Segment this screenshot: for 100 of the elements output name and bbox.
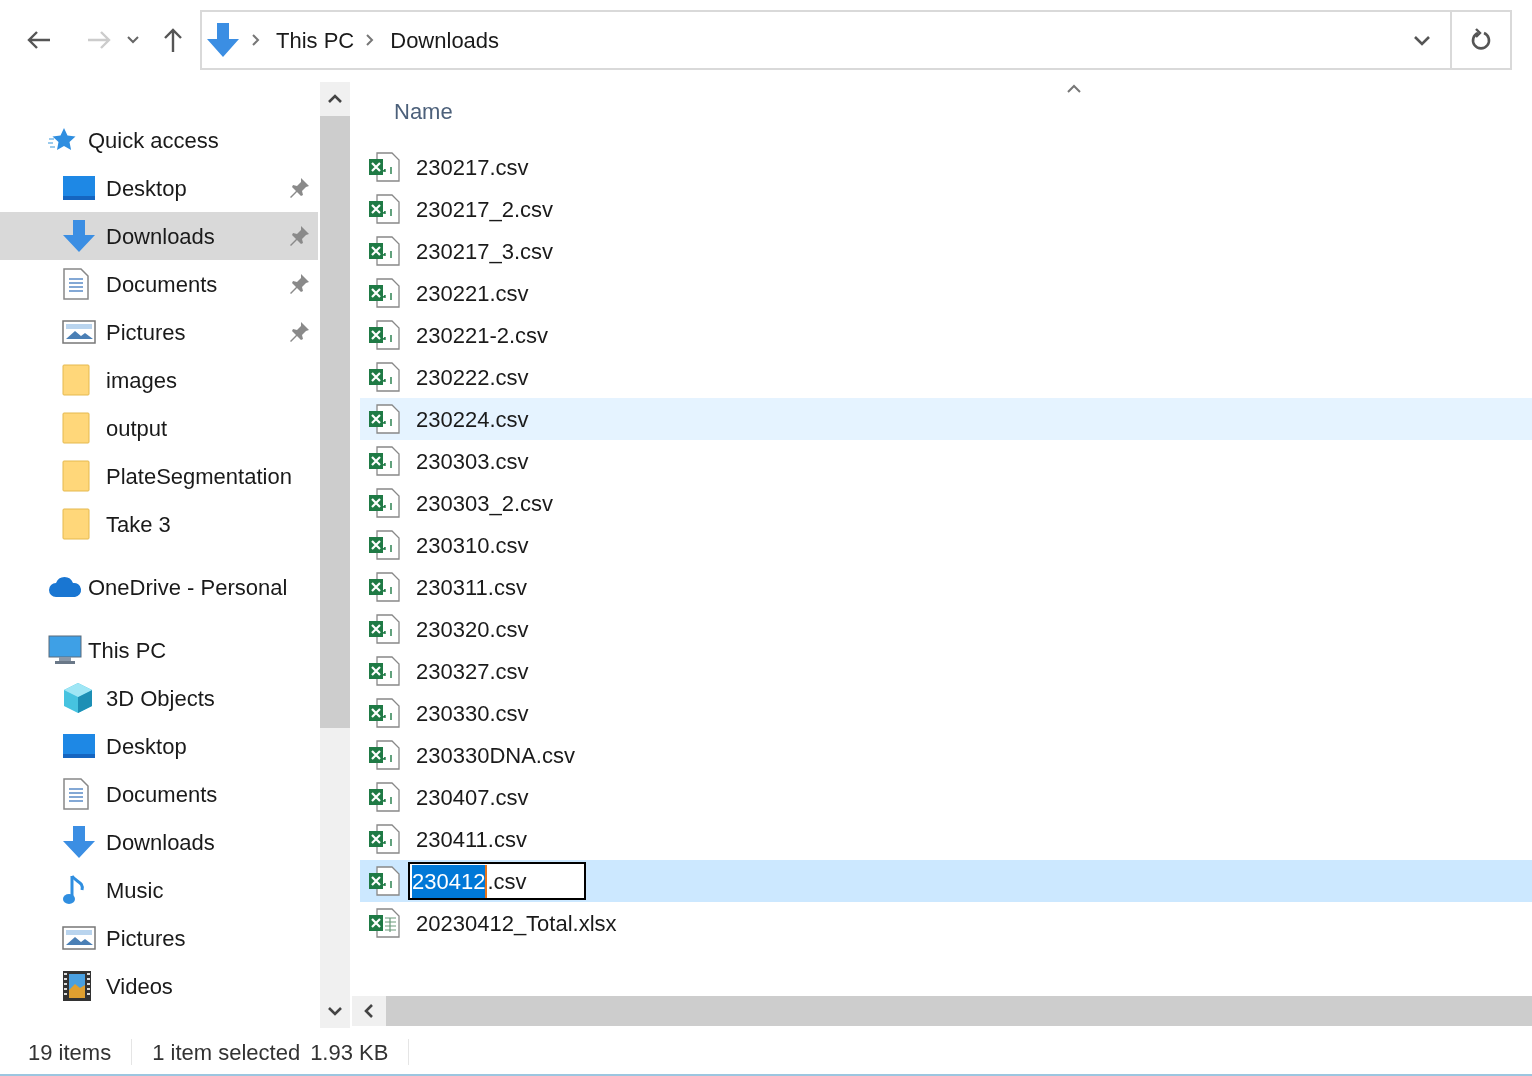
picture-icon xyxy=(62,319,96,345)
nav-item[interactable]: Documents xyxy=(0,260,318,308)
nav-label: Videos xyxy=(106,972,174,1001)
nav-item[interactable]: Desktop xyxy=(0,722,318,770)
nav-item[interactable]: Quick access xyxy=(0,116,320,164)
nav-item[interactable]: 3D Objects xyxy=(0,674,318,722)
up-arrow-icon xyxy=(162,27,184,53)
breadcrumb[interactable]: This PC xyxy=(276,23,355,57)
nav-item[interactable]: Desktop xyxy=(0,164,318,212)
scroll-left-button[interactable] xyxy=(352,996,386,1026)
breadcrumb[interactable]: Downloads xyxy=(390,23,500,57)
download-arrow-icon xyxy=(206,22,240,58)
nav-label: This PC xyxy=(88,636,167,665)
cube-icon xyxy=(62,682,94,714)
nav-item[interactable]: OneDrive - Personal xyxy=(0,563,320,611)
cloud-icon xyxy=(48,576,82,598)
nav-item[interactable]: PlateSegmentation xyxy=(0,452,318,500)
file-name: 230311.csv xyxy=(416,573,527,602)
nav-item[interactable]: images xyxy=(0,356,318,404)
file-name: 230303.csv xyxy=(416,447,529,476)
chevron-down-icon xyxy=(127,36,139,44)
file-row[interactable]: 230303.csv xyxy=(360,440,1532,482)
file-row[interactable]: 230320.csv xyxy=(360,608,1532,650)
nav-label: Quick access xyxy=(88,126,219,155)
file-name: 20230412_Total.xlsx xyxy=(416,909,617,938)
nav-label: images xyxy=(106,366,178,395)
column-header[interactable]: Name xyxy=(394,95,453,128)
nav-item[interactable]: output xyxy=(0,404,318,452)
file-row[interactable]: 230222.csv xyxy=(360,356,1532,398)
chevron-right-icon xyxy=(366,34,375,46)
file-name: 230224.csv xyxy=(416,405,529,434)
file-row[interactable]: 230310.csv xyxy=(360,524,1532,566)
file-name: 230222.csv xyxy=(416,363,529,392)
file-name: 230303_2.csv xyxy=(416,489,553,518)
file-row[interactable]: 230411.csv xyxy=(360,818,1532,860)
file-row[interactable]: 230221.csv xyxy=(360,272,1532,314)
nav-label: Documents xyxy=(106,270,219,299)
file-row[interactable]: 230311.csv xyxy=(360,566,1532,608)
star-icon xyxy=(48,127,76,153)
monitor-icon xyxy=(62,733,96,759)
file-row[interactable]: 20230412_Total.xlsx xyxy=(360,902,1532,944)
nav-item[interactable]: Pictures xyxy=(0,914,318,962)
file-name: 230217_2.csv xyxy=(416,195,553,224)
nav-item[interactable]: Documents xyxy=(0,770,318,818)
nav-label: Desktop xyxy=(106,732,188,761)
back-arrow-icon xyxy=(26,29,52,51)
rename-field[interactable]: 230412.csv xyxy=(408,862,586,900)
file-name: 230217.csv xyxy=(416,153,529,182)
nav-label: PlateSegmentation xyxy=(106,462,293,491)
file-row[interactable]: 230412.csv xyxy=(360,860,1532,902)
monitor-icon xyxy=(62,175,96,201)
folder-icon xyxy=(62,364,90,396)
file-row[interactable]: 230327.csv xyxy=(360,650,1532,692)
file-name: 230407.csv xyxy=(416,783,529,812)
nav-item[interactable]: Take 3 xyxy=(0,500,318,548)
file-row[interactable]: 230303_2.csv xyxy=(360,482,1532,524)
nav-label: Desktop xyxy=(106,174,188,203)
chevron-down-icon xyxy=(327,1006,343,1016)
nav-item[interactable]: Downloads xyxy=(0,818,318,866)
file-name: 230310.csv xyxy=(416,531,529,560)
file-row[interactable]: 230330.csv xyxy=(360,692,1532,734)
spreadsheet-file-icon xyxy=(368,152,400,182)
spreadsheet-file-icon xyxy=(368,530,400,560)
nav-item[interactable]: Videos xyxy=(0,962,318,1010)
folder-icon xyxy=(62,412,90,444)
file-row[interactable]: 230217_2.csv xyxy=(360,188,1532,230)
spreadsheet-file-icon xyxy=(368,236,400,266)
document-icon xyxy=(62,268,90,300)
nav-label: Downloads xyxy=(106,828,216,857)
nav-label: Take 3 xyxy=(106,510,172,539)
file-row[interactable]: 230217_3.csv xyxy=(360,230,1532,272)
forward-arrow-icon xyxy=(86,29,112,51)
nav-item[interactable]: Pictures xyxy=(0,308,318,356)
spreadsheet-file-icon xyxy=(368,698,400,728)
selection-info: 1 item selected xyxy=(152,1038,301,1067)
file-row[interactable]: 230407.csv xyxy=(360,776,1532,818)
nav-label: Music xyxy=(106,876,165,905)
file-row[interactable]: 230330DNA.csv xyxy=(360,734,1532,776)
nav-item[interactable]: Downloads xyxy=(0,212,318,260)
file-row[interactable]: 230224.csv xyxy=(360,398,1532,440)
spreadsheet-file-icon xyxy=(368,866,400,896)
scrollbar-thumb[interactable] xyxy=(320,116,350,728)
nav-label: Pictures xyxy=(106,924,187,953)
download-arrow-icon xyxy=(62,825,96,859)
file-name: 230411.csv xyxy=(416,825,527,854)
file-name: 230221.csv xyxy=(416,279,529,308)
file-name: 230330DNA.csv xyxy=(416,741,575,770)
address-bar[interactable]: This PC Downloads xyxy=(200,10,1512,70)
file-row[interactable]: 230217.csv xyxy=(360,146,1532,188)
file-row[interactable]: 230221-2.csv xyxy=(360,314,1532,356)
spreadsheet-file-icon xyxy=(368,488,400,518)
selection-size: 1.93 KB xyxy=(310,1038,389,1067)
spreadsheet-file-icon xyxy=(368,824,400,854)
nav-item[interactable]: Music xyxy=(0,866,318,914)
spreadsheet-file-icon xyxy=(368,782,400,812)
refresh-icon xyxy=(1470,28,1492,52)
spreadsheet-file-icon xyxy=(368,278,400,308)
nav-label: output xyxy=(106,414,169,443)
nav-item[interactable]: This PC xyxy=(0,626,320,674)
file-name: 230327.csv xyxy=(416,657,529,686)
